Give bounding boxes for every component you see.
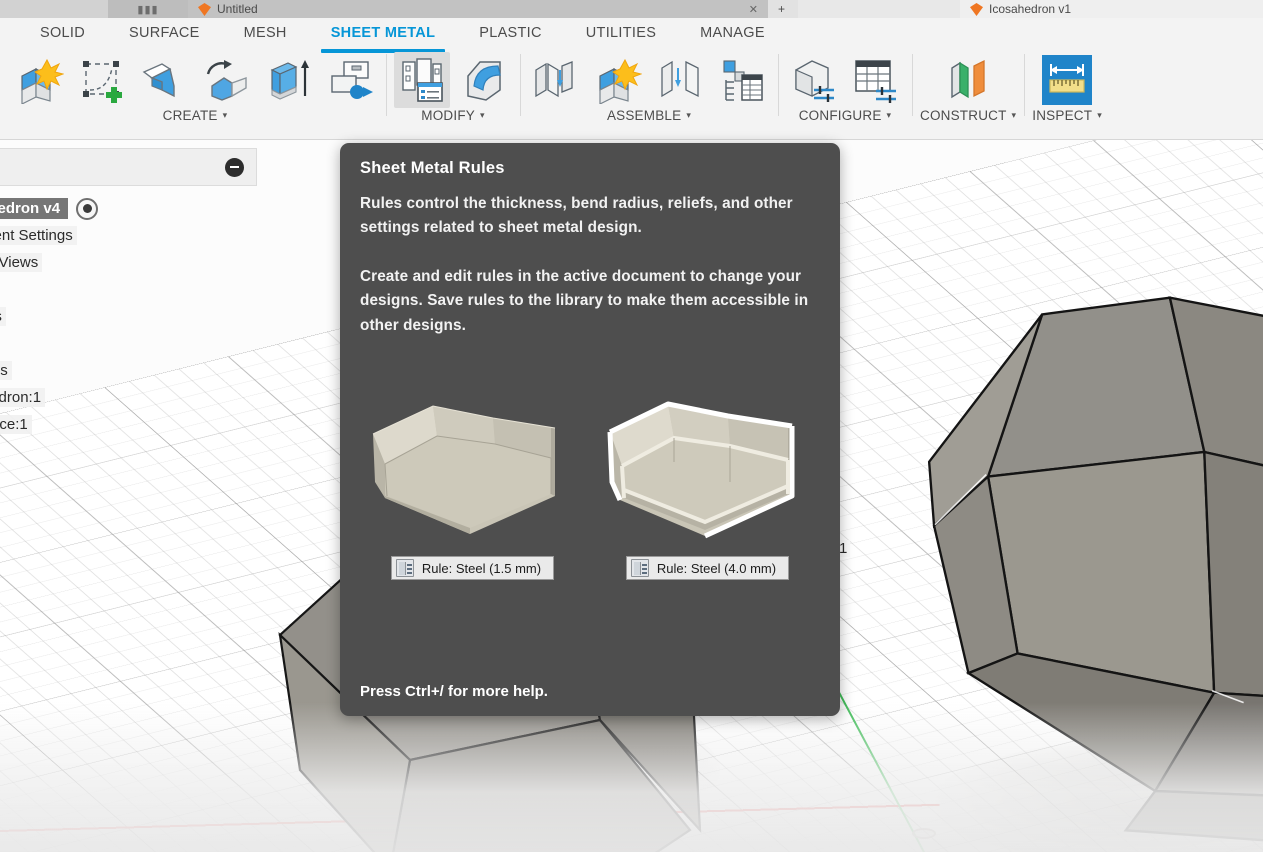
tree-item-icosahedron-v4[interactable]: Icosahedron v4 xyxy=(0,195,99,222)
assemble-new-body-icon[interactable] xyxy=(590,52,646,108)
rule-document-icon xyxy=(630,559,649,577)
ribbon-group-assemble: ASSEMBLE ▾ xyxy=(520,48,778,138)
assemble-new-component-icon[interactable] xyxy=(528,52,584,108)
close-icon[interactable]: ✕ xyxy=(749,3,758,16)
browser-panel-header xyxy=(0,148,257,186)
ribbon-tab-solid[interactable]: SOLID xyxy=(18,18,107,48)
create-flange-icon[interactable] xyxy=(136,52,192,108)
fusion-logo-icon xyxy=(970,3,983,16)
chevron-down-icon[interactable]: ▾ xyxy=(223,110,228,121)
grip-icon: ▮▮▮ xyxy=(137,4,159,16)
document-tab-icosahedron[interactable]: Icosahedron v1 xyxy=(960,0,1263,18)
tooltip-figures: Rule: Steel (1.5 mm) Rule: Steel (4.0 mm… xyxy=(360,386,820,616)
create-extrude-icon[interactable] xyxy=(260,52,316,108)
tree-item-named-views[interactable]: Named Views xyxy=(0,249,43,276)
browser-panel[interactable]: Icosahedron v4 Document Settings Named V… xyxy=(0,148,260,438)
tree-item-reference-occurrence[interactable]: Reference:1 xyxy=(0,411,32,438)
tab-label: Icosahedron v1 xyxy=(989,3,1072,16)
ribbon-group-label: CONSTRUCT xyxy=(920,108,1007,123)
rule-caption-label: Rule: Steel (4.0 mm) xyxy=(656,560,777,576)
rule-chip-thick: Rule: Steel (4.0 mm) xyxy=(625,556,790,580)
ribbon-tab-surface[interactable]: SURFACE xyxy=(107,18,222,48)
ribbon-tab-utilities[interactable]: UTILITIES xyxy=(564,18,678,48)
construct-offset-plane-icon[interactable] xyxy=(940,52,996,108)
tooltip-paragraph-2: Create and edit rules in the active docu… xyxy=(360,267,809,334)
ribbon-group-configure: CONFIGURE ▾ xyxy=(778,48,912,138)
ribbon-tab-mesh[interactable]: MESH xyxy=(222,18,309,48)
rule-caption-label: Rule: Steel (1.5 mm) xyxy=(421,560,542,576)
ribbon-group-construct: CONSTRUCT ▾ xyxy=(912,48,1024,138)
tree-item-label: Reference:1 xyxy=(0,415,32,434)
chevron-down-icon[interactable]: ▾ xyxy=(480,110,485,121)
sheet-metal-rules-tooltip: Sheet Metal Rules Rules control the thic… xyxy=(340,143,840,716)
toolbar-grip[interactable]: ▮▮▮ xyxy=(108,0,188,18)
tree-item-label: Sketches xyxy=(0,361,12,380)
create-unfold-icon[interactable] xyxy=(322,52,378,108)
fusion-logo-icon xyxy=(198,3,211,16)
inspect-measure-icon[interactable] xyxy=(1039,52,1095,108)
ribbon-panel-row: CREATE ▾ MODIFY ▾ ASSEMBLE ▾ CONFIGURE ▾… xyxy=(0,48,1263,138)
fusion-360-window: 1 Icosahedron v4 Document Settings Named… xyxy=(0,0,1263,852)
ribbon-group-label: MODIFY xyxy=(421,108,475,123)
sheet-metal-box-thick-illustration xyxy=(600,386,815,551)
ribbon-tab-manage[interactable]: MANAGE xyxy=(678,18,787,48)
create-sheet-metal-face-icon[interactable] xyxy=(12,52,68,108)
modify-fillet-icon[interactable] xyxy=(456,52,512,108)
document-tab-strip[interactable]: ▮▮▮ Untitled ✕ + Icosahedron v1 xyxy=(0,0,1263,18)
sheet-metal-rules-icon[interactable] xyxy=(394,52,450,108)
create-bend-icon[interactable] xyxy=(198,52,254,108)
ribbon-group-create: CREATE ▾ xyxy=(4,48,386,138)
new-tab-button[interactable]: + xyxy=(768,0,798,18)
tooltip-figure-thick: Rule: Steel (4.0 mm) xyxy=(595,386,820,616)
tree-item-analysis[interactable]: Analysis xyxy=(0,303,6,330)
configure-table-icon[interactable] xyxy=(848,52,904,108)
tree-item-document-settings[interactable]: Document Settings xyxy=(0,222,77,249)
tree-item-label: Document Settings xyxy=(0,226,77,245)
ribbon-tab-sheet-metal[interactable]: SHEET METAL xyxy=(309,18,458,53)
chevron-down-icon[interactable]: ▾ xyxy=(1012,110,1017,121)
tab-strip-left-filler xyxy=(0,0,108,18)
ribbon-group-label: CONFIGURE xyxy=(798,108,882,123)
eye-icon[interactable] xyxy=(76,197,99,220)
tree-item-label: Analysis xyxy=(0,307,6,326)
create-sketch-icon[interactable] xyxy=(74,52,130,108)
document-tab-untitled[interactable]: Untitled ✕ xyxy=(188,0,768,18)
chevron-down-icon[interactable]: ▾ xyxy=(686,110,691,121)
rule-document-icon xyxy=(395,559,414,577)
tree-item-label: Icosahedron v4 xyxy=(0,198,69,219)
tree-item-label: Named Views xyxy=(0,253,43,272)
ribbon: SOLID SURFACE MESH SHEET METAL PLASTIC U… xyxy=(0,18,1263,140)
tooltip-title: Sheet Metal Rules xyxy=(360,159,505,177)
ribbon-group-inspect: INSPECT ▾ xyxy=(1024,48,1110,138)
tree-item-icosahedron-occurrence[interactable]: Icosahedron:1 xyxy=(0,384,46,411)
chevron-down-icon[interactable]: ▾ xyxy=(887,110,892,121)
ribbon-group-label: CREATE xyxy=(162,108,218,123)
rule-chip-thin: Rule: Steel (1.5 mm) xyxy=(390,556,555,580)
tooltip-footer-help: Press Ctrl+/ for more help. xyxy=(360,683,548,700)
plus-icon: + xyxy=(778,3,786,16)
configure-component-icon[interactable] xyxy=(786,52,842,108)
tooltip-figure-thin: Rule: Steel (1.5 mm) xyxy=(360,386,585,616)
assemble-joint-icon[interactable] xyxy=(652,52,708,108)
sheet-metal-box-thin-illustration xyxy=(365,386,580,551)
tooltip-paragraph-1: Rules control the thickness, bend radius… xyxy=(360,195,793,237)
ribbon-tab-bar[interactable]: SOLID SURFACE MESH SHEET METAL PLASTIC U… xyxy=(0,18,1263,53)
tab-label: Untitled xyxy=(217,3,258,16)
ribbon-group-label: ASSEMBLE xyxy=(606,108,682,123)
assemble-bom-icon[interactable] xyxy=(714,52,770,108)
chevron-down-icon[interactable]: ▾ xyxy=(1097,110,1102,121)
ribbon-group-label: INSPECT xyxy=(1032,108,1093,123)
tree-item-sketches[interactable]: Sketches xyxy=(0,357,12,384)
browser-tree[interactable]: Icosahedron v4 Document Settings Named V… xyxy=(0,195,260,438)
collapse-icon[interactable] xyxy=(225,157,244,177)
ribbon-group-modify: MODIFY ▾ xyxy=(386,48,520,138)
ground-plane-fade xyxy=(0,702,1263,852)
ribbon-tab-plastic[interactable]: PLASTIC xyxy=(457,18,564,48)
tree-item-label: Icosahedron:1 xyxy=(0,388,46,407)
